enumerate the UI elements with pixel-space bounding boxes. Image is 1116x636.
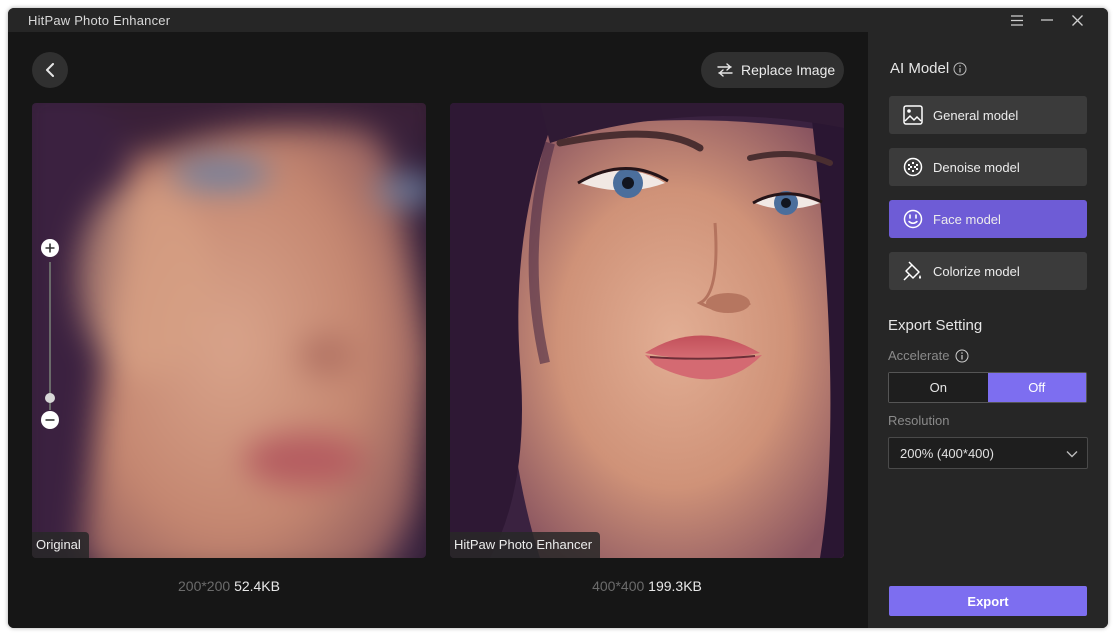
replace-image-label: Replace Image [741, 62, 836, 78]
zoom-slider-handle[interactable] [45, 393, 55, 403]
accelerate-heading: Accelerate [888, 348, 969, 363]
paint-bucket-icon [903, 261, 921, 281]
resolution-heading: Resolution [888, 413, 949, 428]
enhanced-info: 400*400 199.3KB [450, 578, 844, 594]
ai-model-heading: AI Model [890, 60, 967, 77]
accelerate-on-option[interactable]: On [889, 373, 988, 402]
original-info: 200*200 52.4KB [32, 578, 426, 594]
zoom-in-button[interactable] [41, 239, 59, 257]
colorize-model-label: Colorize model [933, 263, 1020, 279]
back-button[interactable] [32, 52, 68, 88]
original-label: Original [32, 532, 89, 558]
app-title: HitPaw Photo Enhancer [28, 13, 171, 28]
title-bar: HitPaw Photo Enhancer [8, 8, 1108, 32]
app-window: HitPaw Photo Enhancer Replace Image Orig… [8, 8, 1108, 628]
resolution-label: Resolution [888, 413, 950, 428]
zoom-out-button[interactable] [41, 411, 59, 429]
enhanced-label: HitPaw Photo Enhancer [450, 532, 601, 558]
resolution-select[interactable]: 200% (400*400) [888, 437, 1088, 469]
denoise-icon [903, 157, 923, 177]
enhanced-photo [450, 103, 844, 558]
face-model-button[interactable]: Face model [889, 200, 1087, 238]
info-icon[interactable] [953, 62, 967, 76]
enhanced-image-panel[interactable]: HitPaw Photo Enhancer [450, 103, 844, 558]
face-model-label: Face model [933, 211, 1001, 227]
original-image-panel[interactable]: Original [32, 103, 426, 558]
zoom-slider-track[interactable] [49, 262, 51, 410]
menu-icon[interactable] [1006, 10, 1028, 30]
original-photo [32, 103, 426, 558]
minus-icon [45, 419, 55, 421]
ai-model-title: AI Model [890, 60, 950, 77]
general-model-button[interactable]: General model [889, 96, 1087, 134]
image-icon [903, 105, 923, 125]
close-icon[interactable] [1066, 10, 1088, 30]
face-icon [903, 209, 923, 229]
settings-sidebar: AI Model General model Denoise model Fac… [868, 32, 1108, 628]
accelerate-off-option[interactable]: Off [987, 373, 1086, 402]
enhanced-dimensions: 400*400 [592, 578, 645, 594]
swap-icon [717, 63, 733, 77]
info-icon[interactable] [955, 349, 969, 363]
preview-area: Replace Image Original HitPaw Photo Enha… [8, 32, 868, 628]
denoise-model-button[interactable]: Denoise model [889, 148, 1087, 186]
chevron-down-icon [1066, 451, 1078, 458]
export-setting-heading: Export Setting [888, 317, 982, 334]
colorize-model-button[interactable]: Colorize model [889, 252, 1087, 290]
accelerate-toggle[interactable]: On Off [888, 372, 1087, 403]
resolution-value: 200% (400*400) [900, 445, 994, 461]
original-file-size: 52.4KB [234, 578, 280, 594]
export-button[interactable]: Export [889, 586, 1087, 616]
denoise-model-label: Denoise model [933, 159, 1020, 175]
minimize-icon[interactable] [1036, 10, 1058, 30]
general-model-label: General model [933, 107, 1019, 123]
chevron-left-icon [46, 63, 54, 77]
accelerate-label: Accelerate [888, 348, 950, 363]
export-setting-title: Export Setting [888, 317, 983, 334]
enhanced-file-size: 199.3KB [648, 578, 702, 594]
original-dimensions: 200*200 [178, 578, 231, 594]
replace-image-button[interactable]: Replace Image [701, 52, 844, 88]
plus-icon [45, 243, 55, 253]
